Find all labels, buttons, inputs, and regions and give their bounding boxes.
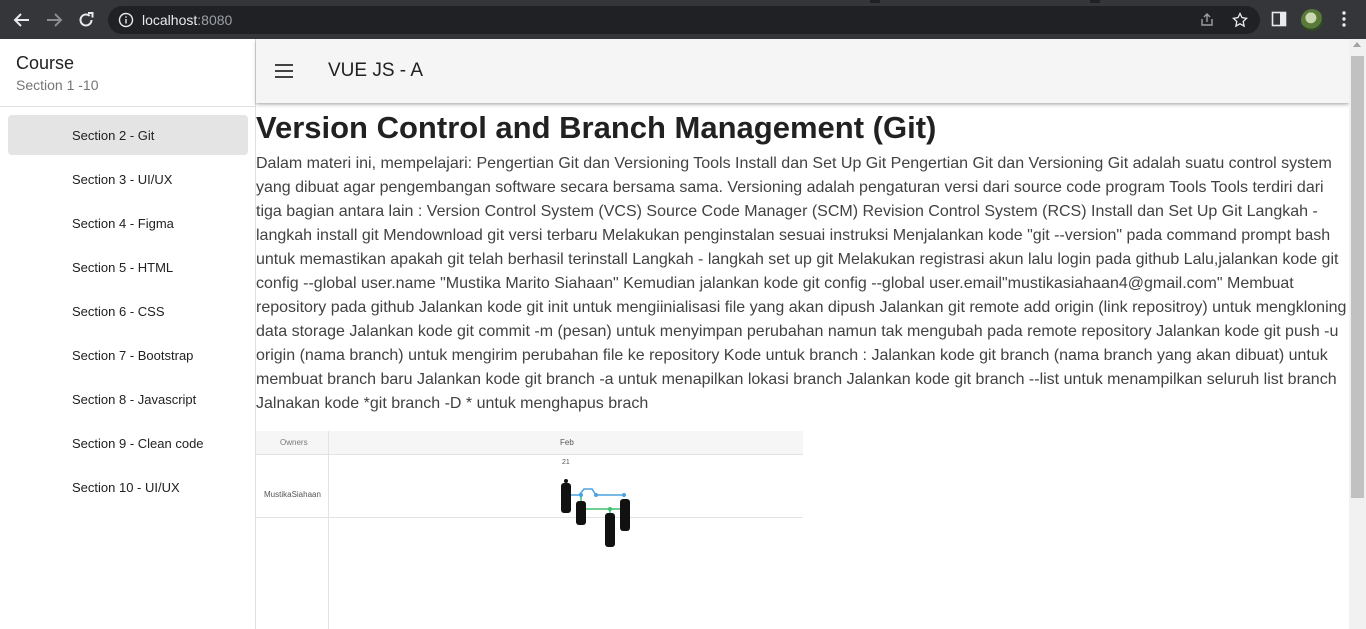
drawer-subtitle: Section 1 -10 — [16, 77, 99, 93]
tab-strip-segment — [880, 0, 1090, 3]
sidebar-item-label: Section 3 - UI/UX — [72, 171, 173, 187]
git-network-graph-image: Owners Feb MustikaSiahaan 21 — [256, 431, 803, 629]
sidebar-item-section-3[interactable]: Section 3 - UI/UX — [8, 159, 248, 199]
sidebar-item-label: Section 10 - UI/UX — [72, 479, 180, 495]
branch-tag — [620, 499, 630, 531]
profile-avatar[interactable] — [1301, 9, 1323, 31]
sidebar-item-label: Section 9 - Clean code — [72, 435, 204, 451]
sidebar-item-section-9[interactable]: Section 9 - Clean code — [8, 423, 248, 463]
commit-dot — [594, 493, 598, 497]
branch-tag — [561, 483, 571, 513]
commit-dot — [608, 507, 612, 511]
drawer-title: Course — [16, 53, 75, 73]
tab-strip-segment — [1100, 0, 1366, 3]
side-panel-icon[interactable] — [1271, 8, 1287, 30]
reload-icon — [79, 12, 94, 27]
branch-line-blue — [565, 481, 624, 496]
tab-strip-edge — [0, 0, 1366, 3]
commit-dot — [579, 493, 583, 497]
back-icon — [13, 13, 29, 27]
sidebar-item-label: Section 8 - Javascript — [72, 391, 197, 407]
branch-tag — [605, 513, 615, 547]
main-content: Version Control and Branch Management (G… — [256, 103, 1347, 416]
page-title: Version Control and Branch Management (G… — [256, 110, 937, 145]
url-port: :8080 — [197, 12, 233, 28]
kebab-menu-icon[interactable] — [1336, 8, 1352, 30]
branch-graph — [561, 479, 630, 547]
url-text[interactable]: localhost:8080 — [142, 12, 232, 28]
sidebar-item-label: Section 7 - Bootstrap — [72, 347, 194, 363]
sidebar-item-section-10[interactable]: Section 10 - UI/UX — [8, 467, 248, 507]
forward-button[interactable] — [42, 8, 66, 32]
url-host: localhost — [142, 12, 198, 28]
commit-dot — [622, 493, 626, 497]
drawer-divider — [0, 106, 255, 107]
section-list: Section 2 - Git Section 3 - UI/UX Sectio… — [8, 115, 248, 511]
sidebar-item-label: Section 6 - CSS — [72, 303, 165, 319]
reload-button[interactable] — [74, 8, 98, 32]
sidebar-item-label: Section 5 - HTML — [72, 259, 174, 275]
sidebar-item-section-4[interactable]: Section 4 - Figma — [8, 203, 248, 243]
branch-tag — [576, 501, 586, 525]
scrollbar-thumb[interactable] — [1351, 56, 1364, 498]
navigation-drawer: Course Section 1 -10 Section 2 - Git Sec… — [0, 39, 256, 629]
commit-dot — [564, 479, 568, 483]
branch-line-green — [580, 495, 624, 510]
app-bar: VUE JS - A — [256, 39, 1349, 103]
info-icon[interactable] — [118, 12, 134, 28]
forward-icon — [47, 13, 63, 27]
lesson-description: Dalam materi ini, mempelajari: Pengertia… — [256, 155, 1347, 412]
sidebar-item-section-6[interactable]: Section 6 - CSS — [8, 291, 248, 331]
share-icon[interactable] — [1199, 12, 1215, 28]
browser-toolbar: localhost:8080 — [0, 0, 1366, 39]
back-button[interactable] — [10, 8, 34, 32]
sidebar-item-label: Section 2 - Git — [72, 127, 155, 143]
scroll-up-arrow-icon[interactable] — [1353, 42, 1361, 47]
sidebar-item-label: Section 4 - Figma — [72, 215, 174, 231]
tab-strip-segment — [0, 0, 870, 3]
address-bar[interactable]: localhost:8080 — [108, 6, 1260, 34]
sidebar-item-section-2[interactable]: Section 2 - Git — [8, 115, 248, 155]
app-title: VUE JS - A — [328, 60, 424, 81]
sidebar-item-section-7[interactable]: Section 7 - Bootstrap — [8, 335, 248, 375]
sidebar-item-section-5[interactable]: Section 5 - HTML — [8, 247, 248, 287]
star-icon[interactable] — [1232, 12, 1248, 28]
sidebar-item-section-8[interactable]: Section 8 - Javascript — [8, 379, 248, 419]
hamburger-menu-icon[interactable] — [272, 59, 296, 83]
